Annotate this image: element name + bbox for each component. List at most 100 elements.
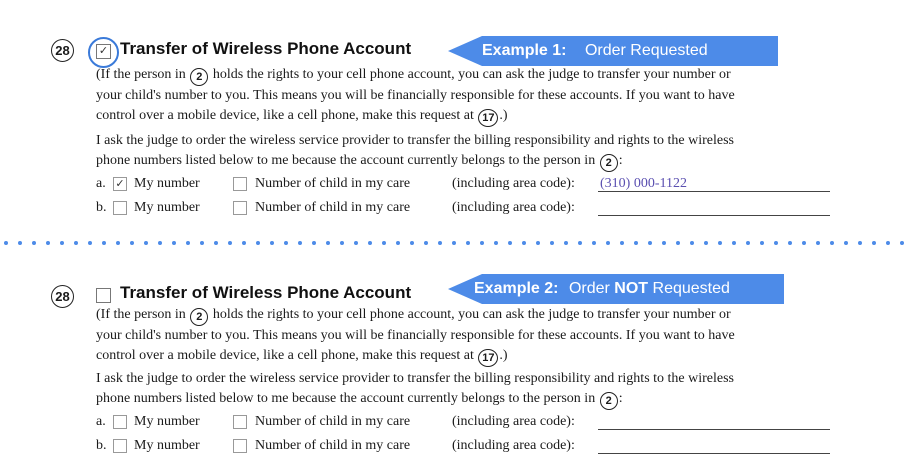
divider-dot — [844, 241, 848, 245]
callout-label: Example 2: — [474, 280, 559, 297]
para-text: (If the person in — [96, 307, 186, 322]
example-1-section: 28 ✓ Transfer of Wireless Phone Account … — [0, 0, 914, 216]
divider-dot — [382, 241, 386, 245]
child-number-checkbox[interactable] — [233, 201, 247, 215]
explanation-paragraph: (If the person in 2 holds the rights to … — [96, 65, 836, 127]
area-code-label: (including area code): — [452, 438, 575, 453]
divider-dot — [396, 241, 400, 245]
divider-dot — [662, 241, 666, 245]
callout-value-emphasis: NOT — [614, 280, 649, 297]
phone-number-field[interactable] — [598, 429, 830, 430]
para-text: (If the person in — [96, 67, 186, 82]
divider-dot — [858, 241, 862, 245]
divider-dot — [634, 241, 638, 245]
my-number-checkbox[interactable] — [113, 439, 127, 453]
divider-dot — [494, 241, 498, 245]
para-text: holds the rights to your cell phone acco… — [212, 307, 731, 322]
divider-dot — [550, 241, 554, 245]
child-number-label: Number of child in my care — [255, 438, 411, 453]
my-number-label: My number — [134, 176, 200, 191]
phone-number-value: (310) 000-1122 — [600, 176, 687, 191]
divider-dot — [522, 241, 526, 245]
area-code-label: (including area code): — [452, 176, 575, 191]
divider-dot — [704, 241, 708, 245]
divider-dot — [900, 241, 904, 245]
item-number-badge: 28 — [51, 285, 74, 308]
divider-dot — [578, 241, 582, 245]
divider-dot — [298, 241, 302, 245]
divider-dot — [424, 241, 428, 245]
divider-dot — [256, 241, 260, 245]
divider-dot — [802, 241, 806, 245]
my-number-checkbox[interactable] — [113, 415, 127, 429]
divider-dot — [606, 241, 610, 245]
divider-dot — [466, 241, 470, 245]
request-paragraph: I ask the judge to order the wireless se… — [96, 369, 836, 410]
my-number-checkbox[interactable] — [113, 201, 127, 215]
divider-dot — [732, 241, 736, 245]
child-number-label: Number of child in my care — [255, 200, 411, 215]
option-letter: a. — [96, 176, 106, 191]
divider-dot — [312, 241, 316, 245]
para-text: I ask the judge to order the wireless se… — [96, 371, 735, 386]
divider-dot — [760, 241, 764, 245]
child-number-checkbox[interactable] — [233, 415, 247, 429]
divider-dot — [886, 241, 890, 245]
callout-value: Order NOT Requested — [569, 280, 730, 297]
divider-dot — [676, 241, 680, 245]
divider-dot — [872, 241, 876, 245]
divider-dot — [340, 241, 344, 245]
title-checkbox[interactable] — [96, 288, 111, 303]
divider-dot — [326, 241, 330, 245]
child-number-checkbox[interactable] — [233, 177, 247, 191]
option-letter: b. — [96, 438, 107, 453]
divider-dot — [480, 241, 484, 245]
area-code-label: (including area code): — [452, 414, 575, 429]
divider-dot — [354, 241, 358, 245]
divider-dot — [172, 241, 176, 245]
divider-dot — [144, 241, 148, 245]
divider-dot — [830, 241, 834, 245]
my-number-label: My number — [134, 200, 200, 215]
section-heading: Transfer of Wireless Phone Account — [120, 39, 412, 58]
section-heading: Transfer of Wireless Phone Account — [120, 283, 412, 302]
callout-value: Order Requested — [584, 42, 708, 59]
para-text: .) — [499, 348, 508, 363]
callout-value-post: Requested — [652, 280, 730, 297]
divider-dot — [452, 241, 456, 245]
divider-dot — [690, 241, 694, 245]
divider-dot — [368, 241, 372, 245]
divider-dot — [410, 241, 414, 245]
para-text: your child's number to you. This means y… — [96, 88, 735, 103]
child-number-label: Number of child in my care — [255, 176, 411, 191]
divider-dot — [564, 241, 568, 245]
divider-dot — [438, 241, 442, 245]
option-letter: a. — [96, 414, 106, 429]
divider-dot — [592, 241, 596, 245]
phone-number-field[interactable] — [598, 453, 830, 454]
divider-dot — [46, 241, 50, 245]
my-number-label: My number — [134, 414, 200, 429]
divider-dot — [214, 241, 218, 245]
option-letter: b. — [96, 200, 107, 215]
divider-dot — [60, 241, 64, 245]
child-number-label: Number of child in my care — [255, 414, 411, 429]
request-paragraph: I ask the judge to order the wireless se… — [96, 131, 836, 172]
divider-dot — [74, 241, 78, 245]
divider-dot — [774, 241, 778, 245]
divider-dot — [508, 241, 512, 245]
callout-label: Example 1: — [482, 42, 567, 59]
callout-value-pre: Order — [568, 280, 610, 297]
divider-dot — [4, 241, 8, 245]
callout-text: Example 2: Order NOT Requested — [474, 274, 730, 304]
para-text: control over a mobile device, like a cel… — [96, 348, 474, 363]
reference-circle: 2 — [190, 308, 209, 326]
para-text: .) — [499, 108, 508, 123]
phone-number-field[interactable] — [598, 215, 830, 216]
child-number-checkbox[interactable] — [233, 439, 247, 453]
para-text: phone numbers listed below to me because… — [96, 153, 596, 168]
my-number-checkbox[interactable]: ✓ — [113, 177, 127, 191]
divider-dot — [200, 241, 204, 245]
callout-text: Example 1: Order Requested — [482, 36, 708, 66]
area-code-label: (including area code): — [452, 200, 575, 215]
